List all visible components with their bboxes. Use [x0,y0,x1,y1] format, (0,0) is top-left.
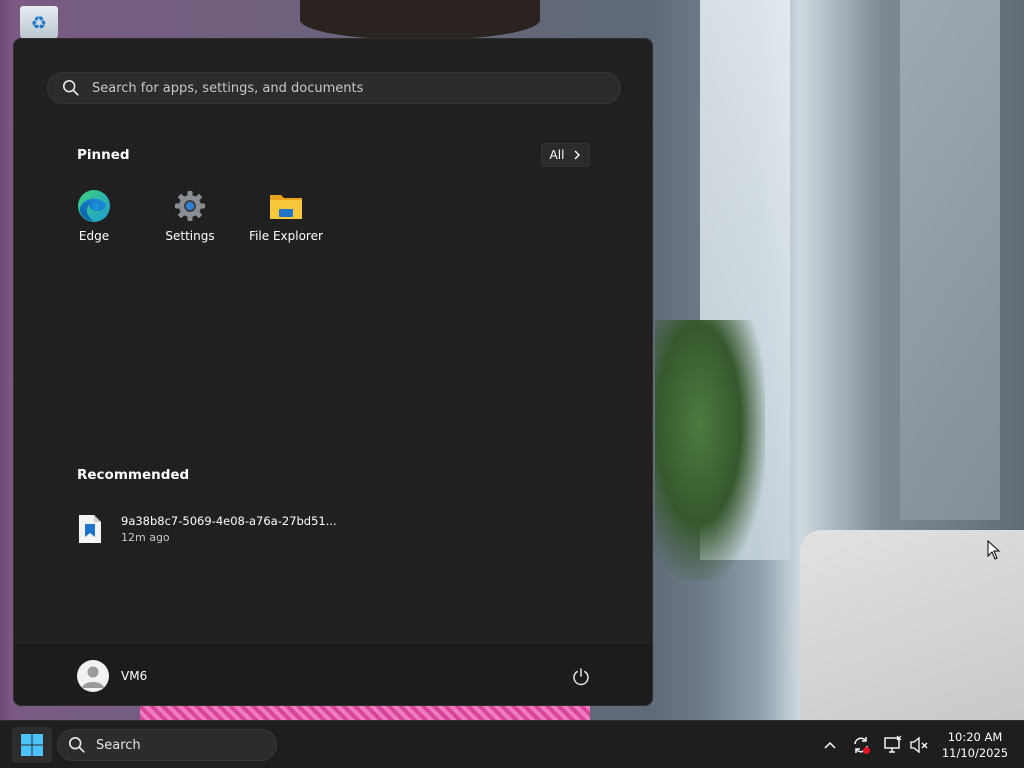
clock-time: 10:20 AM [947,730,1003,744]
sync-status-button[interactable] [851,735,871,755]
edge-icon [78,190,110,222]
start-search-input[interactable] [92,80,572,96]
recommended-title: Recommended [77,467,190,483]
taskbar-search[interactable]: Search [57,729,277,761]
chevron-up-icon [824,741,836,749]
all-apps-button[interactable]: All [541,143,590,167]
recommended-item-time: 12m ago [121,531,170,544]
network-button[interactable] [883,735,903,755]
all-apps-label: All [549,148,565,162]
pinned-app-settings[interactable]: Settings [142,189,238,253]
wallpaper-window [900,0,1000,520]
start-search-box[interactable] [47,72,621,104]
user-account-button[interactable]: VM6 [77,660,147,692]
mouse-cursor-icon [987,540,1001,560]
pinned-app-edge[interactable]: Edge [46,189,142,253]
pinned-app-label: Settings [165,229,215,243]
pinned-app-label: Edge [78,229,110,243]
power-button[interactable] [568,664,594,690]
start-menu: Pinned All Edge [13,38,653,706]
windows-logo-icon [21,734,43,756]
wallpaper-plant [655,320,765,580]
avatar [77,660,109,692]
recommended-item-name: 9a38b8c7-5069-4e08-a76a-27bd51... [121,514,337,528]
power-icon [573,668,589,686]
search-icon [68,736,85,753]
user-name: VM6 [121,669,148,683]
gear-icon [175,191,205,221]
recommended-item[interactable]: 9a38b8c7-5069-4e08-a76a-27bd51... 12m ag… [78,509,368,549]
pinned-app-label: File Explorer [249,229,323,243]
user-icon [82,666,104,688]
pinned-title: Pinned [77,147,130,163]
taskbar-search-label: Search [96,737,141,753]
speaker-muted-icon [910,736,928,754]
taskbar-clock[interactable]: 10:20 AM 11/10/2025 [936,729,1014,761]
sync-icon [854,737,870,754]
folder-icon [270,195,302,219]
clock-date: 11/10/2025 [941,746,1009,760]
show-hidden-icons-button[interactable] [820,735,840,755]
taskbar: Search 10:20 AM 11/10/2025 [0,720,1024,768]
start-button[interactable] [12,727,52,763]
start-menu-footer: VM6 [14,643,652,705]
volume-button[interactable] [909,735,929,755]
chevron-right-icon [574,150,581,160]
pinned-app-file-explorer[interactable]: File Explorer [238,189,334,253]
wallpaper-person [300,0,540,40]
recycle-bin-icon[interactable]: ♻ [20,6,58,40]
search-icon [62,79,79,96]
image-file-icon [79,515,101,543]
network-icon [884,735,902,753]
